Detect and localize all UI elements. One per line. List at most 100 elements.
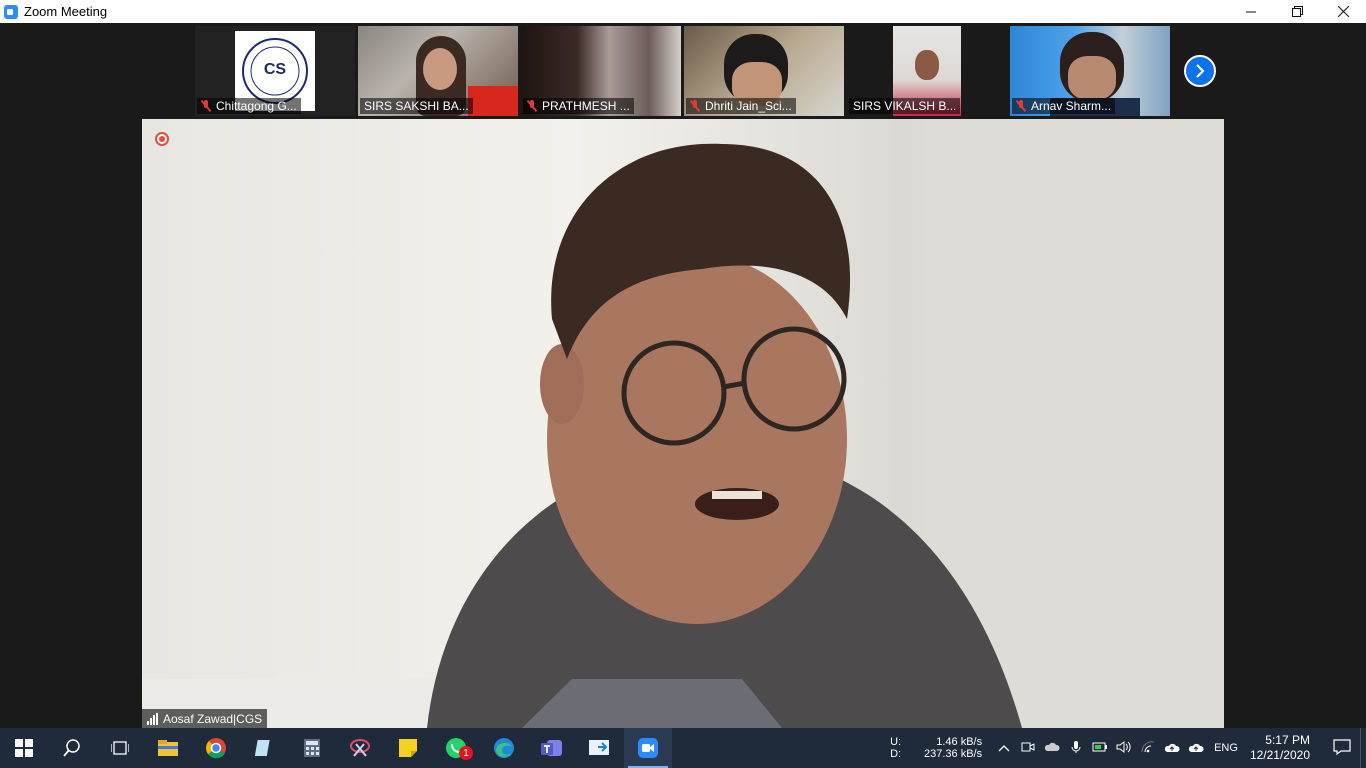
system-tray: U: 1.46 kB/s D: 237.36 kB/s ENG 5:17 PM … [890,728,1366,768]
chrome-button[interactable] [192,728,240,768]
participant-tile[interactable]: Arnav Sharm... [1010,26,1170,116]
onedrive-tray-button[interactable] [1040,741,1064,755]
whatsapp-button[interactable]: 1 [432,728,480,768]
cloud-icon [1044,742,1060,751]
action-center-button[interactable] [1324,738,1360,758]
teams-button[interactable] [528,728,576,768]
logo-text: CS [263,61,287,78]
participant-tile[interactable]: PRATHMESH ... [521,26,681,116]
minimize-button[interactable] [1228,0,1274,23]
window-title: Zoom Meeting [24,4,108,19]
battery-icon [1092,742,1108,752]
notification-badge: 1 [459,746,473,760]
participant-strip: CS Chittagong G... SIRS SAKSHI BA... PRA… [0,23,1366,119]
upload-speed: 1.46 kB/s [936,736,983,748]
show-hidden-icons-button[interactable] [992,741,1016,755]
notepad-button[interactable] [240,728,288,768]
close-icon [1337,6,1349,17]
wifi-icon [1141,740,1155,752]
cloud-sync-tray-button[interactable] [1160,741,1184,756]
windows-taskbar: 1 U: 1.46 kB/s D: 237.36 kB/s ENG 5:17 P… [0,728,1366,768]
video-camera-icon [1021,742,1035,751]
folder-icon [158,740,178,756]
cloud-backup-tray-button[interactable] [1184,741,1208,756]
remote-desktop-icon [589,740,609,755]
download-speed: 237.36 kB/s [924,748,983,760]
participant-tile[interactable]: SIRS VIKALSH B... [847,26,1007,116]
mic-muted-icon [527,100,537,112]
participant-name: SIRS VIKALSH B... [853,99,957,113]
connection-signal-icon [147,712,158,725]
participant-label: SIRS VIKALSH B... [849,98,961,114]
minimize-icon [1246,11,1256,12]
cloud-upload-icon [1164,743,1180,752]
task-view-button[interactable] [96,728,144,768]
edge-icon [494,738,514,758]
start-button[interactable] [0,728,48,768]
search-icon [63,739,80,757]
windows-logo-icon [15,739,33,757]
notepad-icon [254,740,270,756]
microphone-icon [1071,740,1081,753]
wifi-tray-button[interactable] [1136,740,1160,756]
mic-muted-icon [1016,100,1026,112]
clock-date: 12/21/2020 [1249,748,1310,762]
chevron-up-icon [998,745,1010,752]
participant-label: PRATHMESH ... [523,98,634,114]
snipping-tool-icon [350,739,370,757]
cloud-upload-icon [1188,743,1204,752]
chrome-icon [206,738,226,759]
network-speed-monitor: U: 1.46 kB/s D: 237.36 kB/s [890,736,982,760]
participant-label: Arnav Sharm... [1012,98,1116,114]
participant-tile[interactable]: SIRS SAKSHI BA... [358,26,518,116]
show-desktop-button[interactable] [1360,728,1366,768]
participant-name: SIRS SAKSHI BA... [364,99,469,113]
download-label: D: [890,748,902,760]
clock-time: 5:17 PM [1265,733,1310,747]
input-language-indicator[interactable]: ENG [1214,742,1238,754]
speaker-volume-icon [1116,740,1131,753]
sticky-notes-button[interactable] [384,728,432,768]
file-explorer-button[interactable] [144,728,192,768]
notification-icon [1333,738,1351,755]
remote-desktop-button[interactable] [576,728,624,768]
participant-name: PRATHMESH ... [542,99,630,113]
search-button[interactable] [48,728,96,768]
calculator-icon [304,739,320,757]
recording-indicator-icon [155,132,169,146]
participant-name: Arnav Sharm... [1031,99,1112,113]
mic-muted-icon [690,100,700,112]
zoom-app-icon [4,4,18,19]
zoom-icon [638,738,658,758]
sticky-notes-icon [399,739,417,757]
active-speaker-video[interactable]: Aosaf Zawad|CGS [142,119,1224,728]
next-participants-button[interactable] [1184,55,1216,87]
close-button[interactable] [1320,0,1366,23]
edge-button[interactable] [480,728,528,768]
teams-icon [541,740,562,756]
participant-tile[interactable]: CS Chittagong G... [195,26,355,116]
speaker-name-tag: Aosaf Zawad|CGS [142,709,268,728]
window-controls [1228,0,1366,23]
speaker-video-feed [142,119,1224,728]
chevron-right-icon [1196,64,1205,78]
title-bar: Zoom Meeting [0,0,1366,23]
participant-name: Chittagong G... [216,99,297,113]
zoom-button[interactable] [624,728,672,768]
participant-tile[interactable]: Dhriti Jain_Sci... [684,26,844,116]
battery-tray-button[interactable] [1088,741,1112,755]
participant-label: Dhriti Jain_Sci... [686,98,796,114]
volume-tray-button[interactable] [1112,740,1136,756]
participant-label: SIRS SAKSHI BA... [360,98,473,114]
participant-name: Dhriti Jain_Sci... [705,99,792,113]
restore-button[interactable] [1274,0,1320,23]
snipping-tool-button[interactable] [336,728,384,768]
task-view-icon [111,741,129,755]
calculator-button[interactable] [288,728,336,768]
microphone-tray-button[interactable] [1064,740,1088,757]
upload-label: U: [890,736,902,748]
meet-now-tray-button[interactable] [1016,741,1040,756]
speaker-name: Aosaf Zawad|CGS [163,711,263,726]
clock[interactable]: 5:17 PM 12/21/2020 [1250,733,1310,763]
participant-label: Chittagong G... [197,98,301,114]
